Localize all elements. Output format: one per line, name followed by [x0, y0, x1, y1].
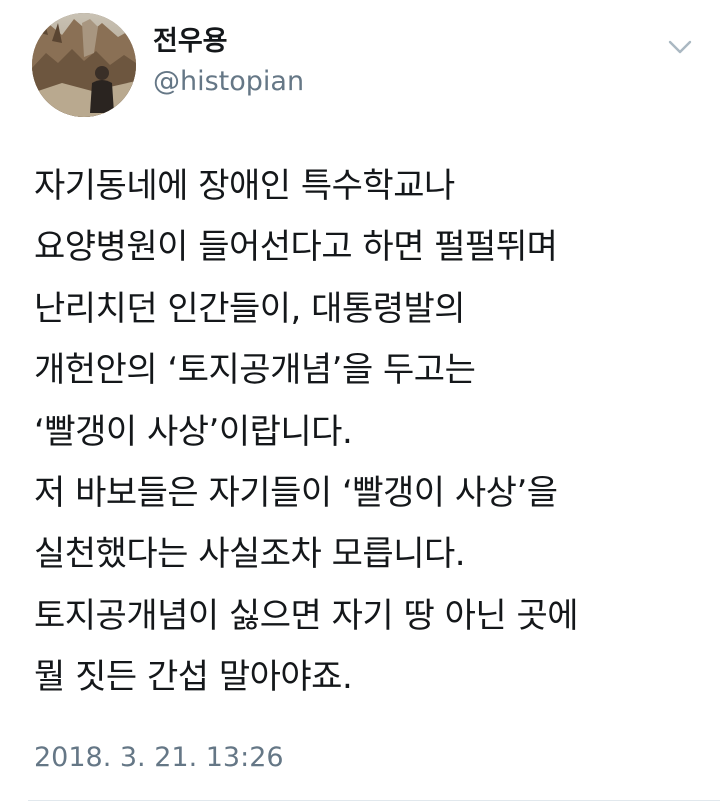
tweet-card: 전우용 @histopian 자기동네에 장애인 특수학교나 요양병원이 들어선… — [0, 0, 720, 809]
tweet-text: 자기동네에 장애인 특수학교나 요양병원이 들어선다고 하면 펄펄뛰며 난리치던… — [34, 156, 710, 709]
avatar[interactable] — [32, 13, 136, 117]
tweet-text-line: 뭘 짓든 간섭 말아야죠. — [34, 657, 353, 698]
tweet-text-line: 난리치던 인간들이, 대통령발의 — [34, 288, 466, 329]
avatar-photo — [32, 13, 136, 117]
author-handle[interactable]: @histopian — [153, 64, 304, 100]
tweet-menu-button[interactable] — [664, 34, 696, 60]
tweet-timestamp[interactable]: 2018. 3. 21. 13:26 — [34, 740, 284, 776]
chevron-down-icon — [668, 40, 692, 54]
tweet-text-line: 개헌안의 ‘토지공개념’을 두고는 — [34, 350, 476, 391]
tweet-text-line: 요양병원이 들어선다고 하면 펄펄뛰며 — [34, 227, 558, 268]
tweet-text-line: ‘빨갱이 사상’이랍니다. — [34, 411, 353, 452]
divider — [28, 800, 720, 801]
author-display-name[interactable]: 전우용 — [153, 24, 228, 60]
tweet-text-line: 자기동네에 장애인 특수학교나 — [34, 166, 455, 206]
tweet-text-line: 토지공개념이 싫으면 자기 땅 아닌 곳에 — [34, 595, 579, 636]
tweet-text-line: 실천했다는 사실조차 모릅니다. — [34, 534, 466, 575]
tweet-text-line: 저 바보들은 자기들이 ‘빨갱이 사상’을 — [34, 472, 558, 513]
